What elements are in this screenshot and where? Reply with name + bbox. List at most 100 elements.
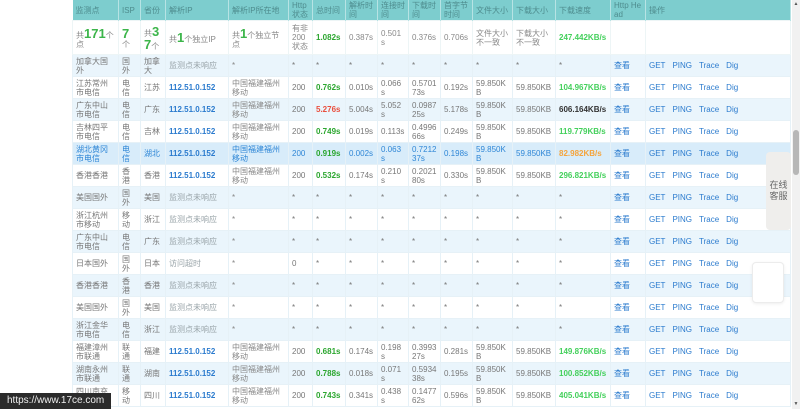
trace-link[interactable]: Trace [699, 83, 719, 92]
view-link[interactable]: 查看 [614, 83, 630, 92]
ping-link[interactable]: PING [672, 105, 692, 114]
ping-link[interactable]: PING [672, 259, 692, 268]
dig-link[interactable]: Dig [726, 149, 738, 158]
trace-link[interactable]: Trace [699, 61, 719, 70]
dig-link[interactable]: Dig [726, 325, 738, 334]
get-link[interactable]: GET [649, 325, 665, 334]
view-link[interactable]: 查看 [614, 215, 630, 224]
trace-link[interactable]: Trace [699, 105, 719, 114]
ping-link[interactable]: PING [672, 369, 692, 378]
ip-link[interactable]: 112.51.0.152 [169, 171, 215, 180]
cell-total: * [313, 187, 346, 209]
view-link[interactable]: 查看 [614, 171, 630, 180]
get-link[interactable]: GET [649, 259, 665, 268]
trace-link[interactable]: Trace [699, 303, 719, 312]
trace-link[interactable]: Trace [699, 281, 719, 290]
scrollbar-thumb[interactable] [793, 130, 799, 175]
dig-link[interactable]: Dig [726, 281, 738, 290]
ping-link[interactable]: PING [672, 391, 692, 400]
dig-link[interactable]: Dig [726, 105, 738, 114]
view-link[interactable]: 查看 [614, 303, 630, 312]
ip-link[interactable]: 112.51.0.152 [169, 369, 215, 378]
dig-link[interactable]: Dig [726, 193, 738, 202]
ip-link[interactable]: 112.51.0.152 [169, 105, 215, 114]
ip-link[interactable]: 112.51.0.152 [169, 391, 215, 400]
view-link[interactable]: 查看 [614, 347, 630, 356]
ping-link[interactable]: PING [672, 303, 692, 312]
scrollbar[interactable]: ▲ ▼ [792, 0, 800, 409]
scroll-down-icon[interactable]: ▼ [792, 400, 800, 409]
view-link[interactable]: 查看 [614, 149, 630, 158]
trace-link[interactable]: Trace [699, 369, 719, 378]
view-link[interactable]: 查看 [614, 391, 630, 400]
view-link[interactable]: 查看 [614, 281, 630, 290]
dig-link[interactable]: Dig [726, 237, 738, 246]
view-link[interactable]: 查看 [614, 237, 630, 246]
get-link[interactable]: GET [649, 127, 665, 136]
get-link[interactable]: GET [649, 83, 665, 92]
dig-link[interactable]: Dig [726, 61, 738, 70]
ping-link[interactable]: PING [672, 281, 692, 290]
trace-link[interactable]: Trace [699, 149, 719, 158]
get-link[interactable]: GET [649, 61, 665, 70]
dig-link[interactable]: Dig [726, 391, 738, 400]
view-link[interactable]: 查看 [614, 369, 630, 378]
get-link[interactable]: GET [649, 215, 665, 224]
get-link[interactable]: GET [649, 303, 665, 312]
trace-link[interactable]: Trace [699, 127, 719, 136]
view-link[interactable]: 查看 [614, 259, 630, 268]
trace-link[interactable]: Trace [699, 215, 719, 224]
view-link[interactable]: 查看 [614, 325, 630, 334]
dig-link[interactable]: Dig [726, 127, 738, 136]
trace-link[interactable]: Trace [699, 325, 719, 334]
trace-link[interactable]: Trace [699, 171, 719, 180]
dig-link[interactable]: Dig [726, 347, 738, 356]
get-link[interactable]: GET [649, 281, 665, 290]
dig-link[interactable]: Dig [726, 259, 738, 268]
get-link[interactable]: GET [649, 193, 665, 202]
dig-link[interactable]: Dig [726, 83, 738, 92]
floating-widget[interactable] [752, 262, 784, 303]
get-link[interactable]: GET [649, 149, 665, 158]
ping-link[interactable]: PING [672, 347, 692, 356]
ip-link[interactable]: 112.51.0.152 [169, 347, 215, 356]
get-link[interactable]: GET [649, 347, 665, 356]
ping-link[interactable]: PING [672, 325, 692, 334]
cell-dl: * [409, 319, 441, 341]
get-link[interactable]: GET [649, 391, 665, 400]
ping-link[interactable]: PING [672, 61, 692, 70]
col-header-province: 省份 [141, 0, 166, 21]
trace-link[interactable]: Trace [699, 391, 719, 400]
ping-link[interactable]: PING [672, 171, 692, 180]
cell-province: 四川 [141, 385, 166, 407]
ping-link[interactable]: PING [672, 237, 692, 246]
get-link[interactable]: GET [649, 171, 665, 180]
cell-conn: * [378, 55, 409, 77]
scroll-up-icon[interactable]: ▲ [792, 0, 800, 9]
dig-link[interactable]: Dig [726, 215, 738, 224]
dig-link[interactable]: Dig [726, 369, 738, 378]
ping-link[interactable]: PING [672, 149, 692, 158]
trace-link[interactable]: Trace [699, 347, 719, 356]
ip-link[interactable]: 112.51.0.152 [169, 149, 215, 158]
view-link[interactable]: 查看 [614, 193, 630, 202]
view-link[interactable]: 查看 [614, 105, 630, 114]
trace-link[interactable]: Trace [699, 237, 719, 246]
ping-link[interactable]: PING [672, 127, 692, 136]
get-link[interactable]: GET [649, 105, 665, 114]
view-link[interactable]: 查看 [614, 61, 630, 70]
ping-link[interactable]: PING [672, 83, 692, 92]
ip-link[interactable]: 112.51.0.152 [169, 83, 215, 92]
ping-link[interactable]: PING [672, 215, 692, 224]
cell-ip: 112.51.0.152 [166, 341, 229, 363]
ip-link[interactable]: 112.51.0.152 [169, 127, 215, 136]
ping-link[interactable]: PING [672, 193, 692, 202]
view-link[interactable]: 查看 [614, 127, 630, 136]
trace-link[interactable]: Trace [699, 259, 719, 268]
dig-link[interactable]: Dig [726, 171, 738, 180]
online-service-widget[interactable]: 在线客服 [766, 152, 791, 230]
get-link[interactable]: GET [649, 369, 665, 378]
dig-link[interactable]: Dig [726, 303, 738, 312]
trace-link[interactable]: Trace [699, 193, 719, 202]
get-link[interactable]: GET [649, 237, 665, 246]
